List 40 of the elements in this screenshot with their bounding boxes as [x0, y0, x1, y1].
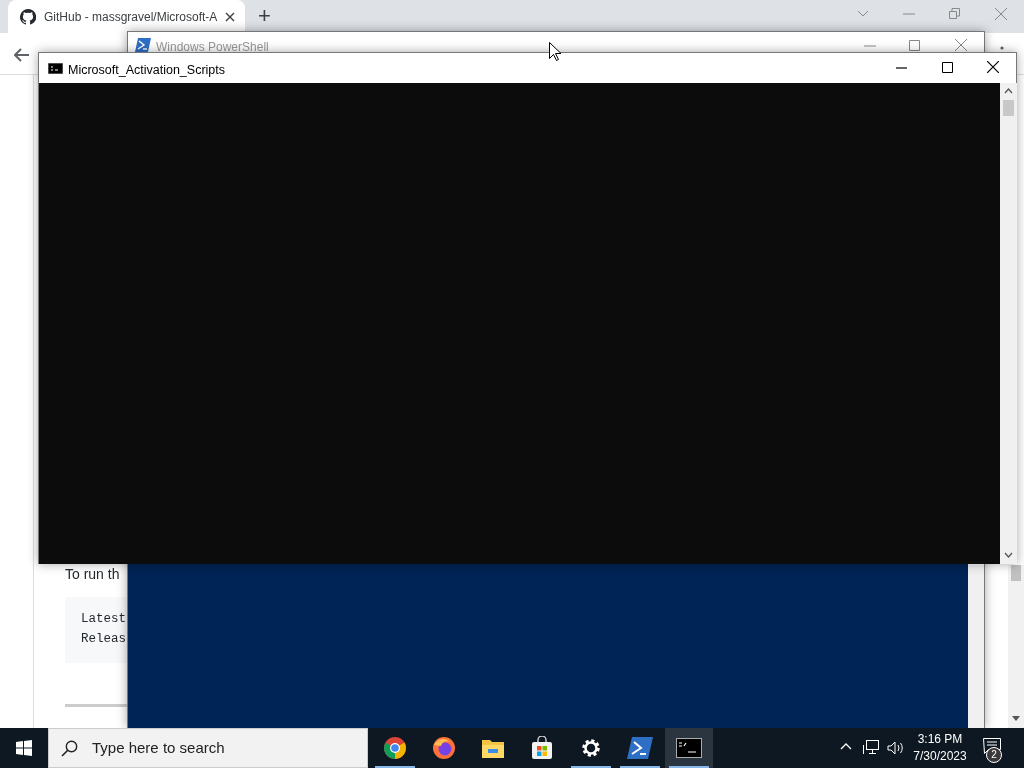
tab-title: GitHub - massgravel/Microsoft-A	[44, 8, 217, 26]
chevron-down-icon[interactable]	[857, 10, 869, 17]
scroll-up-icon[interactable]	[1004, 88, 1013, 94]
search-icon	[61, 739, 78, 757]
close-icon[interactable]	[225, 11, 235, 22]
back-arrow-icon[interactable]	[14, 48, 30, 62]
scrollbar[interactable]	[1000, 83, 1017, 564]
folder-icon	[481, 737, 505, 759]
github-icon	[20, 8, 36, 25]
scroll-down-icon[interactable]	[1012, 716, 1020, 721]
more-menu-icon[interactable]	[1000, 46, 1004, 50]
scrollbar[interactable]	[1008, 565, 1024, 728]
restore-icon[interactable]	[949, 8, 960, 19]
search-field[interactable]: Type here to search	[48, 728, 368, 768]
volume-icon[interactable]	[887, 741, 904, 755]
maximize-icon[interactable]	[942, 62, 953, 73]
gear-icon	[580, 737, 602, 759]
window-title: Windows PowerShell	[156, 39, 269, 56]
close-icon[interactable]	[987, 61, 999, 73]
browser-tab[interactable]: GitHub - massgravel/Microsoft-A	[8, 0, 245, 33]
chevron-up-icon[interactable]	[840, 743, 852, 750]
scroll-thumb[interactable]	[1011, 565, 1021, 581]
new-tab-button[interactable]: +	[258, 4, 271, 28]
chrome-icon	[383, 736, 407, 760]
page-text: To run th	[65, 566, 120, 582]
scroll-down-icon[interactable]	[1004, 552, 1013, 558]
notification-count: 2	[986, 747, 1002, 763]
console-icon	[676, 738, 702, 758]
window-title: Microsoft_Activation_Scripts	[68, 62, 225, 79]
taskbar-app-button[interactable]	[665, 728, 713, 768]
console-icon	[48, 63, 63, 74]
scrollbar[interactable]	[968, 565, 984, 728]
scroll-thumb[interactable]	[1003, 100, 1014, 116]
firefox-icon	[432, 736, 456, 760]
shopping-bag-icon	[531, 736, 553, 760]
network-icon[interactable]	[863, 740, 879, 755]
powershell-icon	[627, 737, 653, 759]
search-field[interactable]: Type here to search	[90, 735, 350, 761]
clock[interactable]: 3:16 PM 7/30/2023	[908, 731, 972, 765]
windows-start-icon[interactable]	[16, 740, 32, 756]
